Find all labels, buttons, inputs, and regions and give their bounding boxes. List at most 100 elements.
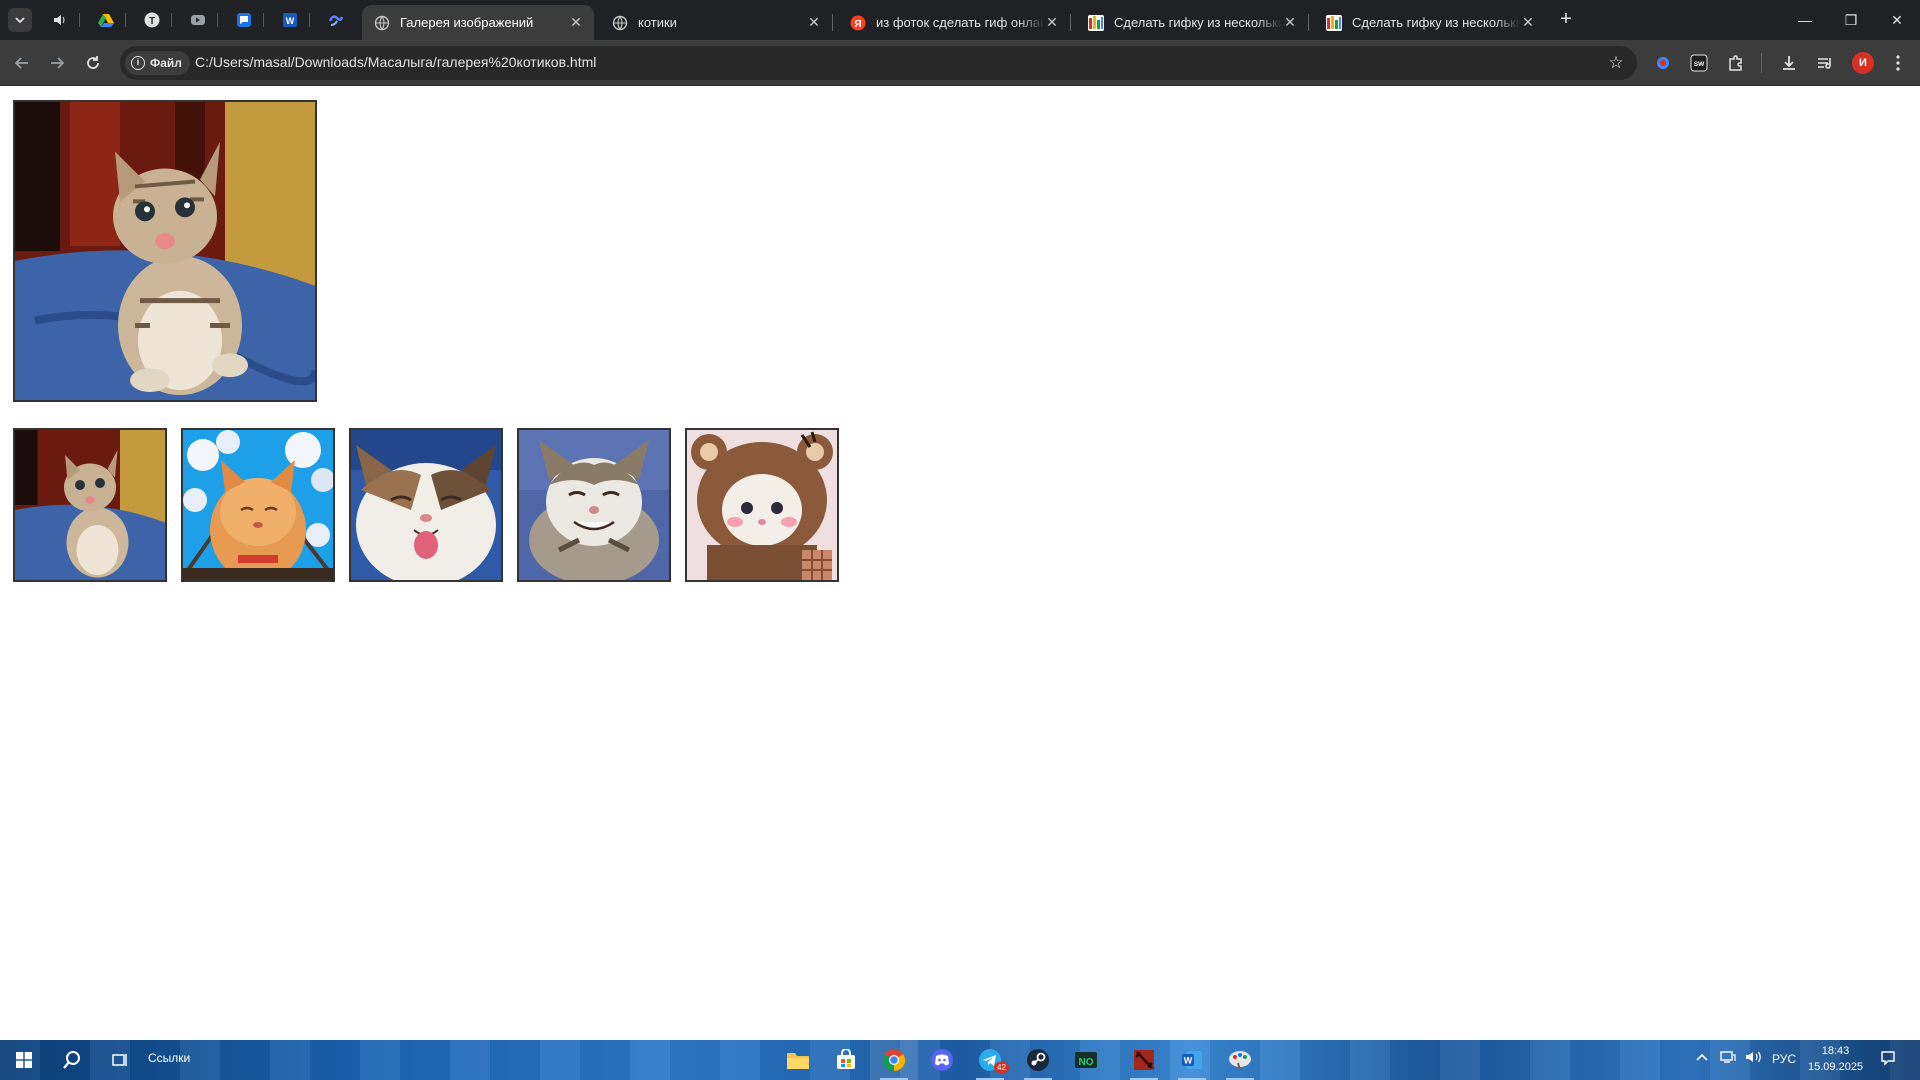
thumbnail-tabby-cat-grinning[interactable] xyxy=(517,428,671,582)
svg-text:W: W xyxy=(1184,1056,1193,1066)
t-app-icon: T xyxy=(144,12,160,28)
taskbar-discord[interactable] xyxy=(918,1040,966,1080)
thumbnail-kitten-on-blue-blanket[interactable] xyxy=(13,428,167,582)
svg-text:T: T xyxy=(149,16,155,27)
tab-kotiki[interactable]: котики ✕ xyxy=(600,5,833,40)
no-app-icon: NO xyxy=(1075,1052,1097,1068)
kebab-menu-icon[interactable] xyxy=(1888,53,1908,73)
reload-button[interactable] xyxy=(81,51,105,75)
site-info-chip[interactable]: i Файл xyxy=(125,51,190,75)
tab-strip: T W Галерея изображений ✕ котики ✕ Я из … xyxy=(0,0,1920,40)
notification-center-icon[interactable] xyxy=(1880,1050,1896,1069)
thumbnail-cat-in-bear-hat[interactable] xyxy=(685,428,839,582)
google-drive-icon xyxy=(98,14,114,27)
download-icon[interactable] xyxy=(1779,53,1799,73)
address-bar[interactable]: i Файл C:/Users/masal/Downloads/Масалыга… xyxy=(120,46,1637,80)
extensions-puzzle-icon[interactable] xyxy=(1726,53,1746,73)
thumbnail-ginger-cat-cherry-blossom[interactable] xyxy=(181,428,335,582)
pinned-tab-3[interactable]: T xyxy=(132,8,172,32)
taskbar-paint[interactable] xyxy=(1216,1040,1264,1080)
links-toolbar-label[interactable]: Ссылки xyxy=(148,1051,190,1065)
main-gallery-image xyxy=(13,100,317,402)
swirl-app-icon xyxy=(328,15,344,26)
extension-sw-icon[interactable]: SW xyxy=(1689,53,1709,73)
tab-yandex-search[interactable]: Я из фоток сделать гиф онлайн ✕ xyxy=(838,5,1071,40)
pinned-tab-1[interactable] xyxy=(40,8,80,32)
extension-red-blue-icon[interactable] xyxy=(1653,53,1673,73)
input-language-indicator[interactable]: РУС xyxy=(1772,1052,1796,1066)
bookmark-star-icon[interactable]: ☆ xyxy=(1605,52,1627,74)
taskbar-steam[interactable] xyxy=(1014,1040,1062,1080)
taskbar-file-explorer[interactable] xyxy=(774,1040,822,1080)
volume-icon[interactable] xyxy=(1745,1050,1763,1067)
taskbar-chrome[interactable] xyxy=(870,1040,918,1080)
globe-icon xyxy=(374,15,390,30)
chevron-down-icon xyxy=(15,17,25,24)
taskbar-nvidia-app[interactable]: NO xyxy=(1062,1040,1110,1080)
pinned-tab-4[interactable] xyxy=(178,8,218,32)
tab-close-icon[interactable]: ✕ xyxy=(568,14,584,31)
pinned-tab-5[interactable] xyxy=(224,8,264,32)
svg-text:W: W xyxy=(286,16,295,26)
task-view-button[interactable] xyxy=(96,1040,144,1080)
discord-icon xyxy=(931,1049,953,1071)
globe-icon xyxy=(612,15,628,30)
pinned-tab-6[interactable]: W xyxy=(270,8,310,32)
minimize-button[interactable]: — xyxy=(1782,0,1828,40)
word-icon: W xyxy=(1182,1051,1202,1069)
dota-icon xyxy=(1134,1050,1154,1070)
video-icon xyxy=(191,15,205,25)
arrow-right-icon xyxy=(51,57,65,69)
taskbar-telegram[interactable]: 42 xyxy=(966,1040,1014,1080)
profile-avatar[interactable]: И xyxy=(1852,52,1874,74)
tab-make-gif-2[interactable]: Сделать гифку из нескольких ✕ xyxy=(1314,5,1546,40)
url-text[interactable]: C:/Users/masal/Downloads/Масалыга/галере… xyxy=(195,54,596,70)
tab-close-icon[interactable]: ✕ xyxy=(1282,14,1298,31)
chrome-icon xyxy=(882,1049,906,1072)
windows-taskbar: Ссылки 42 NO W РУС 18:43 15.09.2025 xyxy=(0,1040,1920,1080)
info-icon: i xyxy=(131,56,145,70)
gif-site-icon xyxy=(1088,14,1104,31)
site-info-label: Файл xyxy=(150,56,182,70)
tab-close-icon[interactable]: ✕ xyxy=(806,14,822,31)
forward-button[interactable] xyxy=(45,51,69,75)
tray-overflow-icon[interactable] xyxy=(1695,1050,1709,1067)
tab-close-icon[interactable]: ✕ xyxy=(1044,14,1060,31)
svg-text:NO: NO xyxy=(1079,1057,1094,1068)
svg-text:Я: Я xyxy=(854,19,861,30)
taskbar-store[interactable] xyxy=(822,1040,870,1080)
taskbar-clock[interactable]: 18:43 15.09.2025 xyxy=(1808,1043,1863,1075)
close-window-button[interactable]: ✕ xyxy=(1874,0,1920,40)
back-button[interactable] xyxy=(10,51,34,75)
tab-title: Сделать гифку из нескольких xyxy=(1352,15,1520,30)
pinned-tab-2[interactable] xyxy=(86,8,126,32)
tab-make-gif-1[interactable]: Сделать гифку из нескольких ✕ xyxy=(1076,5,1309,40)
clock-date: 15.09.2025 xyxy=(1808,1061,1864,1073)
tab-title: Галерея изображений xyxy=(400,15,534,30)
word-icon: W xyxy=(283,13,297,27)
tab-title: из фоток сделать гиф онлайн xyxy=(876,15,1044,30)
taskbar-word[interactable]: W xyxy=(1168,1040,1216,1080)
windows-logo-icon xyxy=(16,1052,32,1068)
clock-time: 18:43 xyxy=(1821,1045,1850,1057)
pinned-tab-7[interactable] xyxy=(316,8,356,32)
reload-icon xyxy=(87,56,99,69)
tab-gallery[interactable]: Галерея изображений ✕ xyxy=(362,5,594,40)
start-button[interactable] xyxy=(0,1040,48,1080)
new-tab-button[interactable]: + xyxy=(1554,8,1578,32)
restore-button[interactable]: ❐ xyxy=(1828,0,1874,40)
steam-icon xyxy=(1027,1049,1049,1071)
search-icon xyxy=(63,1051,80,1069)
taskbar-search-button[interactable] xyxy=(48,1040,96,1080)
tab-close-icon[interactable]: ✕ xyxy=(1520,14,1536,31)
speaker-tab-icon xyxy=(54,15,65,25)
media-queue-icon[interactable] xyxy=(1815,53,1835,73)
tab-title: котики xyxy=(638,15,677,30)
telegram-unread-badge: 42 xyxy=(994,1062,1009,1073)
yandex-icon: Я xyxy=(850,15,866,30)
network-icon[interactable] xyxy=(1720,1050,1736,1067)
taskbar-dota[interactable] xyxy=(1120,1040,1168,1080)
tab-search-button[interactable] xyxy=(8,8,32,32)
thumbnail-cat-tongue-out[interactable] xyxy=(349,428,503,582)
tab-title: Сделать гифку из нескольких xyxy=(1114,15,1282,30)
